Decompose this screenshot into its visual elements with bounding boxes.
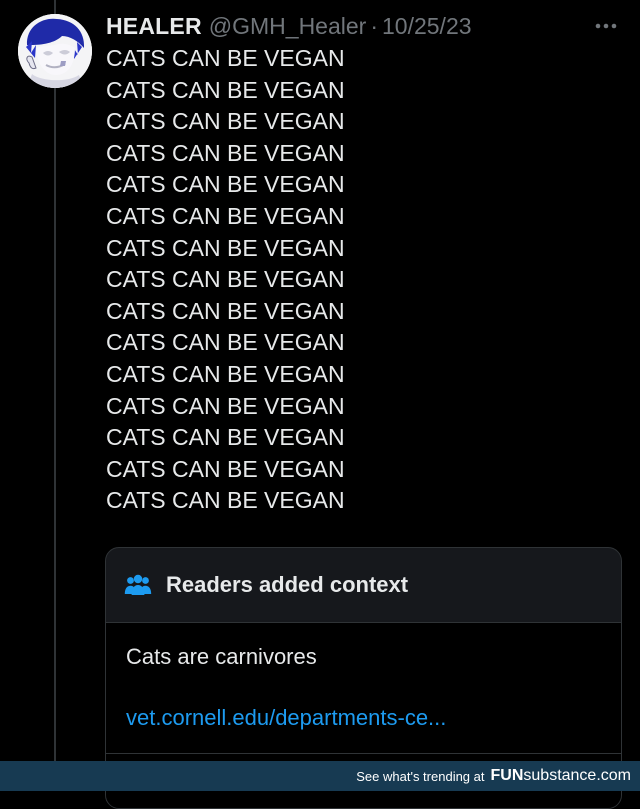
thread-line: [54, 0, 56, 761]
tweet-line: CATS CAN BE VEGAN: [106, 392, 345, 419]
funsubstance-footer-bar: See what's trending at FUN substance .com: [0, 761, 640, 791]
footer-brand-com: .com: [596, 767, 631, 784]
tweet-line: CATS CAN BE VEGAN: [106, 139, 345, 166]
footer-brand-fun: FUN: [490, 767, 524, 784]
tweet-line: CATS CAN BE VEGAN: [106, 360, 345, 387]
tweet-line: CATS CAN BE VEGAN: [106, 234, 345, 261]
context-divider: [106, 753, 621, 754]
context-title: Readers added context: [166, 572, 409, 597]
tweet-text: CATS CAN BE VEGAN CATS CAN BE VEGAN CATS…: [106, 43, 345, 517]
footer-brand-substance: substance: [523, 767, 597, 784]
tweet-line: CATS CAN BE VEGAN: [106, 108, 345, 135]
user-handle[interactable]: @GMH_Healer: [209, 13, 367, 40]
context-source-link[interactable]: vet.cornell.edu/departments-ce...: [126, 705, 446, 731]
tweet-line: CATS CAN BE VEGAN: [106, 424, 345, 451]
tweet-line: CATS CAN BE VEGAN: [106, 297, 345, 324]
tweet-line: CATS CAN BE VEGAN: [106, 45, 345, 71]
tweet-line: CATS CAN BE VEGAN: [106, 266, 345, 293]
tweet-line: CATS CAN BE VEGAN: [106, 329, 345, 356]
tweet-line: CATS CAN BE VEGAN: [106, 171, 345, 198]
people-icon: [124, 574, 152, 595]
header-separator: ·: [370, 12, 378, 39]
context-header: Readers added context: [106, 548, 621, 623]
tweet-line: CATS CAN BE VEGAN: [106, 487, 345, 514]
avatar-illustration: [18, 14, 92, 88]
tweet-date[interactable]: 10/25/23: [382, 13, 472, 40]
footer-text: See what's trending at: [356, 768, 485, 784]
context-note-text: Cats are carnivores: [126, 644, 317, 669]
display-name[interactable]: HEALER: [106, 13, 202, 40]
tweet-line: CATS CAN BE VEGAN: [106, 76, 345, 103]
tweet-header: HEALER @GMH_Healer · 10/25/23: [106, 10, 472, 42]
tweet-line: CATS CAN BE VEGAN: [106, 455, 345, 482]
more-horizontal-icon[interactable]: [594, 14, 618, 38]
tweet-line: CATS CAN BE VEGAN: [106, 202, 345, 229]
avatar[interactable]: [18, 14, 92, 88]
